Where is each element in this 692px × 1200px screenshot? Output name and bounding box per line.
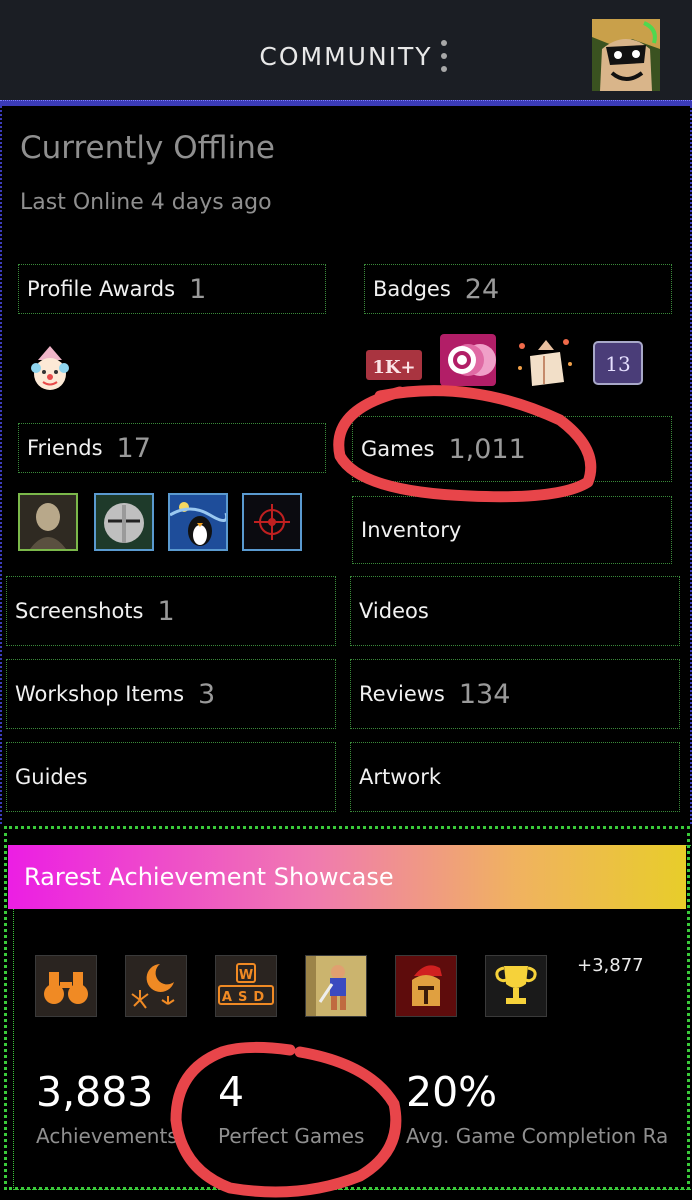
red-annotation-circles xyxy=(170,385,597,1198)
games-annotation-circle xyxy=(333,385,597,503)
perfect-games-annotation-circle xyxy=(170,1041,402,1198)
